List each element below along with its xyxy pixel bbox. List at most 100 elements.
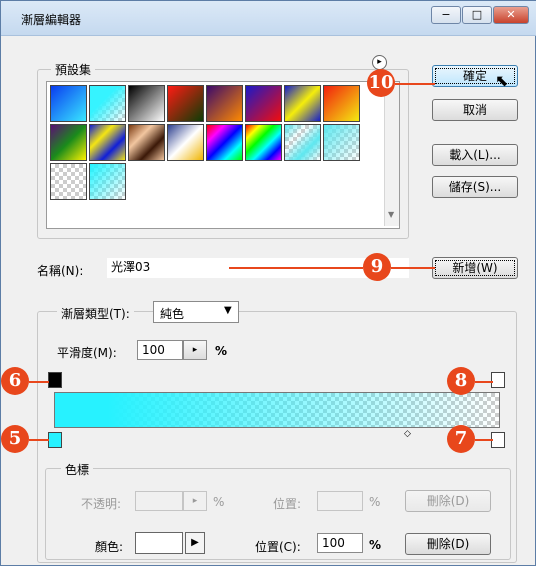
callout-8-line xyxy=(475,381,493,383)
color-menu-icon[interactable]: ▶ xyxy=(185,532,205,554)
opacity-stop-left[interactable] xyxy=(48,372,62,388)
gradient-preview xyxy=(55,393,499,427)
opacity-input[interactable] xyxy=(135,491,183,511)
preset-swatch[interactable] xyxy=(206,85,243,122)
preset-swatch[interactable] xyxy=(50,163,87,200)
preset-swatch[interactable] xyxy=(167,85,204,122)
preset-swatch[interactable] xyxy=(323,85,360,122)
preset-swatch[interactable] xyxy=(128,85,165,122)
load-button[interactable]: 載入(L)... xyxy=(432,144,518,166)
preset-swatch[interactable] xyxy=(50,85,87,122)
callout-7: 7 xyxy=(447,425,475,453)
preset-swatch-fill xyxy=(207,125,242,160)
smoothness-input[interactable]: 100 xyxy=(137,340,183,360)
opacity-unit: % xyxy=(213,495,225,509)
delete-color-stop-button[interactable]: 刪除(D) xyxy=(405,533,491,555)
preset-swatch[interactable] xyxy=(89,124,126,161)
preset-swatch[interactable] xyxy=(128,124,165,161)
preset-swatch[interactable] xyxy=(206,124,243,161)
preset-swatch-fill xyxy=(129,86,164,121)
callout-5-line xyxy=(29,439,49,441)
callout-8: 8 xyxy=(447,367,475,395)
smoothness-slider-button[interactable]: ▸ xyxy=(183,340,207,360)
minimize-icon: − xyxy=(441,8,451,21)
preset-swatch-fill xyxy=(90,164,125,199)
opacity-slider-button[interactable]: ▸ xyxy=(183,491,207,511)
gradient-bar[interactable] xyxy=(54,392,500,428)
color-location-unit: % xyxy=(369,538,382,552)
preset-swatch[interactable] xyxy=(284,85,321,122)
callout-9-line-right xyxy=(391,267,435,269)
callout-6: 6 xyxy=(1,367,29,395)
opacity-location-unit: % xyxy=(369,495,381,509)
name-label: 名稱(N): xyxy=(37,264,84,278)
presets-scrollbar[interactable]: ▼ xyxy=(384,82,399,226)
gradient-type-label: 漸層類型(T): xyxy=(57,305,134,322)
color-stop-right[interactable] xyxy=(491,432,505,448)
color-location-input[interactable]: 100 xyxy=(317,533,363,553)
chevron-down-icon: ▼ xyxy=(224,305,232,316)
minimize-button[interactable]: − xyxy=(431,6,461,24)
opacity-location-input[interactable] xyxy=(317,491,363,511)
close-icon: ✕ xyxy=(506,8,516,21)
presets-list[interactable]: ▼ xyxy=(46,81,400,229)
delete-opacity-stop-button[interactable]: 刪除(D) xyxy=(405,490,491,512)
presets-legend: 預設集 xyxy=(51,61,96,78)
maximize-button[interactable]: □ xyxy=(462,6,492,24)
gradient-editor-window: 漸層編輯器 − □ ✕ 預設集 ▼ ▸ 確定 ⬉ 取消 載入(L)... 儲存(… xyxy=(0,0,536,566)
midpoint-diamond-icon[interactable]: ◇ xyxy=(404,429,411,439)
opacity-label: 不透明: xyxy=(81,497,122,511)
preset-swatch-fill xyxy=(207,86,242,121)
preset-swatch-fill xyxy=(324,86,359,121)
preset-swatch-fill xyxy=(51,164,86,199)
callout-7-line xyxy=(475,439,493,441)
stops-legend: 色標 xyxy=(61,461,94,478)
preset-swatch[interactable] xyxy=(89,163,126,200)
color-location-label: 位置(C): xyxy=(255,540,301,554)
maximize-icon: □ xyxy=(471,8,483,21)
new-button[interactable]: 新增(W) xyxy=(432,257,518,279)
preset-swatch-fill xyxy=(168,125,203,160)
save-button[interactable]: 儲存(S)... xyxy=(432,176,518,198)
title-bar: 漸層編輯器 − □ ✕ xyxy=(1,1,536,36)
callout-9: 9 xyxy=(363,253,391,281)
window-title: 漸層編輯器 xyxy=(21,13,82,27)
smoothness-label: 平滑度(M): xyxy=(57,346,117,360)
preset-swatch-fill xyxy=(246,125,281,160)
color-swatch[interactable] xyxy=(135,532,183,554)
preset-swatch[interactable] xyxy=(89,85,126,122)
callout-9-line-left xyxy=(229,267,363,269)
preset-swatch-fill xyxy=(285,86,320,121)
preset-swatch[interactable] xyxy=(323,124,360,161)
opacity-location-label: 位置: xyxy=(273,497,302,511)
opacity-stop-right[interactable] xyxy=(491,372,505,388)
preset-swatch[interactable] xyxy=(245,85,282,122)
preset-swatch-fill xyxy=(285,125,320,160)
smoothness-unit: % xyxy=(215,344,228,358)
gradient-type-select[interactable]: 純色 ▼ xyxy=(153,301,239,323)
preset-swatch-fill xyxy=(90,125,125,160)
preset-swatch-fill xyxy=(324,125,359,160)
callout-10-line xyxy=(395,83,435,85)
gradient-type-value: 純色 xyxy=(160,307,185,321)
preset-swatch-fill xyxy=(51,86,86,121)
close-button[interactable]: ✕ xyxy=(493,6,529,24)
preset-swatch[interactable] xyxy=(167,124,204,161)
preset-swatch-fill xyxy=(51,125,86,160)
callout-6-line xyxy=(29,381,49,383)
mouse-pointer-icon: ⬉ xyxy=(495,71,509,90)
preset-swatch-fill xyxy=(90,86,125,121)
cancel-button[interactable]: 取消 xyxy=(432,99,518,121)
color-label: 顏色: xyxy=(95,540,124,554)
preset-swatch-fill xyxy=(246,86,281,121)
preset-swatch[interactable] xyxy=(284,124,321,161)
scroll-down-icon[interactable]: ▼ xyxy=(388,210,394,219)
color-stop-left[interactable] xyxy=(48,432,62,448)
callout-10: 10 xyxy=(367,69,395,97)
preset-menu-icon[interactable]: ▸ xyxy=(372,55,387,70)
preset-swatch[interactable] xyxy=(245,124,282,161)
preset-swatch-fill xyxy=(129,125,164,160)
preset-swatch-fill xyxy=(168,86,203,121)
preset-swatch[interactable] xyxy=(50,124,87,161)
callout-5: 5 xyxy=(1,425,29,453)
